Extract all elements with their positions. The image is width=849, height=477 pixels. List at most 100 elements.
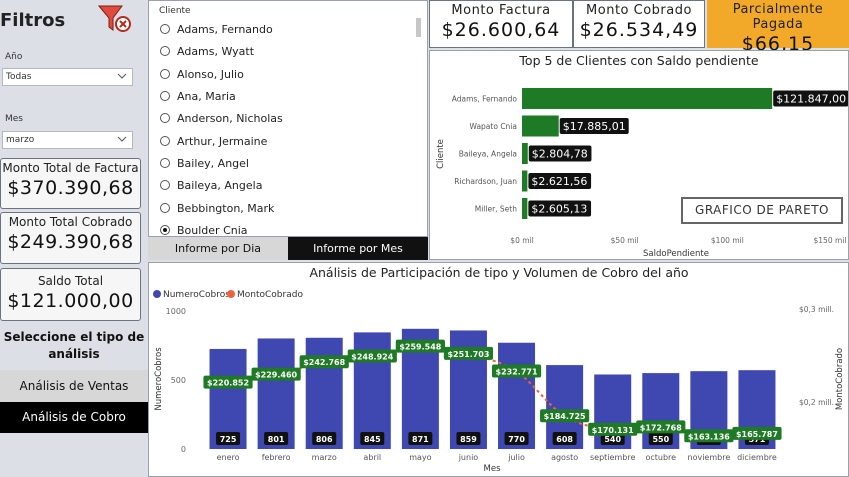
radio-icon	[160, 69, 170, 79]
pareto-button[interactable]: GRAFICO DE PARETO	[681, 197, 843, 224]
radio-icon	[160, 46, 170, 56]
data-label: 801	[268, 435, 285, 444]
radio-icon	[160, 113, 170, 123]
radio-icon	[160, 136, 170, 146]
collection-analysis-button[interactable]: Análisis de Cobro	[0, 402, 148, 433]
bar	[522, 88, 773, 109]
year-value: Todas	[6, 72, 32, 82]
year-dropdown[interactable]: Todas	[2, 68, 133, 86]
y-tick-label: Richardson, Juan	[454, 177, 517, 186]
legend-marker	[227, 290, 235, 298]
data-label: $2.621,56	[531, 175, 587, 188]
total-balance-value: $121.000,00	[7, 290, 134, 312]
line-label: $242.768	[303, 358, 345, 367]
sales-analysis-button[interactable]: Análisis de Ventas	[0, 370, 148, 402]
x-tick-label: $100 mil	[711, 236, 744, 245]
collected-amount-value: $26.534,49	[579, 19, 699, 41]
radio-icon	[160, 203, 170, 213]
data-label: 770	[508, 435, 525, 444]
legend-label: MontoCobrado	[237, 290, 303, 300]
y-tick-label: 0	[181, 445, 186, 454]
y-axis-label: NumeroCobros	[154, 347, 164, 411]
y-tick-label: Wapato Cnia	[470, 122, 517, 131]
bar	[522, 143, 528, 164]
collected-amount-label: Monto Cobrado	[586, 3, 692, 18]
data-label: 725	[220, 435, 237, 444]
total-collected-card: Monto Total Cobrado $249.390,68	[0, 212, 141, 264]
invoice-amount-card: Monto Factura $26.600,64	[429, 0, 573, 48]
slicer-item[interactable]: Alonso, Julio	[160, 68, 244, 81]
x-tick-label: $0 mil	[510, 236, 533, 245]
y-tick-label: 500	[171, 376, 186, 385]
x-tick-label: $50 mil	[611, 236, 639, 245]
x-tick-label: febrero	[262, 453, 291, 462]
y-axis-label: Cliente	[436, 139, 446, 169]
line-label: $251.703	[447, 350, 489, 359]
chevron-down-icon	[117, 136, 127, 142]
radio-icon	[160, 180, 170, 190]
slicer-item-label: Boulder Cnia	[177, 224, 248, 236]
line-label: $259.548	[399, 343, 441, 352]
data-label: 859	[460, 435, 477, 444]
slicer-item[interactable]: Ana, Maria	[160, 90, 236, 103]
client-slicer: Cliente Adams, Fernando Adams, Wyatt Alo…	[148, 0, 428, 237]
x-tick-label: agosto	[551, 453, 578, 462]
slicer-item[interactable]: Adams, Wyatt	[160, 45, 254, 58]
collection-chart: Análisis de Participación de tipo y Volu…	[153, 265, 845, 474]
slicer-title: Cliente	[159, 6, 191, 16]
month-value: marzo	[6, 135, 35, 145]
top5-chart: Top 5 de Clientes con Saldo pendiente Ada…	[436, 53, 849, 259]
y2-tick-label: $0,2 mill.	[799, 398, 834, 407]
data-label: 871	[412, 435, 429, 444]
line-label: $232.771	[496, 368, 538, 377]
top5-chart-panel: Top 5 de Clientes con Saldo pendiente Ada…	[429, 50, 849, 260]
data-label: 806	[316, 435, 333, 444]
y2-axis-label: MontoCobrado	[835, 348, 845, 410]
slicer-item[interactable]: Bebbington, Mark	[160, 202, 274, 215]
x-tick-label: enero	[217, 453, 240, 462]
slicer-item-label: Arthur, Jermaine	[177, 135, 268, 148]
invoice-amount-value: $26.600,64	[441, 19, 561, 41]
slicer-item[interactable]: Arthur, Jermaine	[160, 135, 267, 148]
x-axis-label: Mes	[484, 464, 502, 474]
slicer-item[interactable]: Adams, Fernando	[160, 23, 273, 36]
data-label: 550	[652, 435, 669, 444]
total-collected-label: Monto Total Cobrado	[8, 215, 133, 229]
line-label: $248.924	[351, 353, 393, 362]
x-tick-label: mayo	[409, 453, 431, 462]
y-tick-label: Miller, Seth	[475, 205, 518, 214]
x-tick-label: octubre	[645, 453, 676, 462]
x-tick-label: septiembre	[590, 453, 635, 462]
slicer-item[interactable]: Baileya, Angela	[160, 179, 262, 192]
year-label: Año	[5, 52, 23, 62]
total-invoice-value: $370.390,68	[7, 177, 134, 199]
legend-marker	[153, 290, 161, 298]
line-label: $172.768	[640, 423, 682, 432]
tab-monthly-report[interactable]: Informe por Mes	[288, 237, 428, 260]
data-label: $121.847,00	[776, 93, 846, 106]
total-balance-label: Saldo Total	[37, 274, 104, 288]
line-label: $184.725	[544, 412, 586, 421]
total-invoice-card: Monto Total de Factura $370.390,68	[0, 158, 141, 209]
legend-label: NumeroCobros	[163, 290, 230, 300]
line-label: $220.852	[207, 379, 249, 388]
slicer-item-label: Adams, Fernando	[177, 23, 273, 36]
clear-filter-icon[interactable]	[98, 4, 132, 34]
line-label: $163.136	[688, 432, 730, 441]
y2-tick-label: $0,3 mill.	[799, 305, 834, 314]
x-tick-label: noviembre	[688, 453, 731, 462]
y-tick-label: Adams, Fernando	[452, 95, 518, 104]
slicer-scrollbar[interactable]	[416, 18, 421, 37]
tab-daily-report[interactable]: Informe por Dia	[148, 237, 288, 260]
y-tick-label: Baileya, Angela	[459, 150, 517, 159]
month-dropdown[interactable]: marzo	[2, 131, 133, 149]
chart-title: Top 5 de Clientes con Saldo pendiente	[518, 53, 758, 68]
x-tick-label: $150 mil	[814, 236, 847, 245]
bar	[522, 170, 528, 192]
slicer-item[interactable]: Bailey, Angel	[160, 157, 249, 170]
slicer-item-label: Adams, Wyatt	[177, 45, 255, 58]
slicer-item[interactable]: Anderson, Nicholas	[160, 112, 283, 125]
slicer-item-label: Ana, Maria	[177, 90, 236, 103]
data-label: 540	[604, 435, 621, 444]
slicer-item-selected[interactable]: Boulder Cnia	[160, 224, 248, 236]
